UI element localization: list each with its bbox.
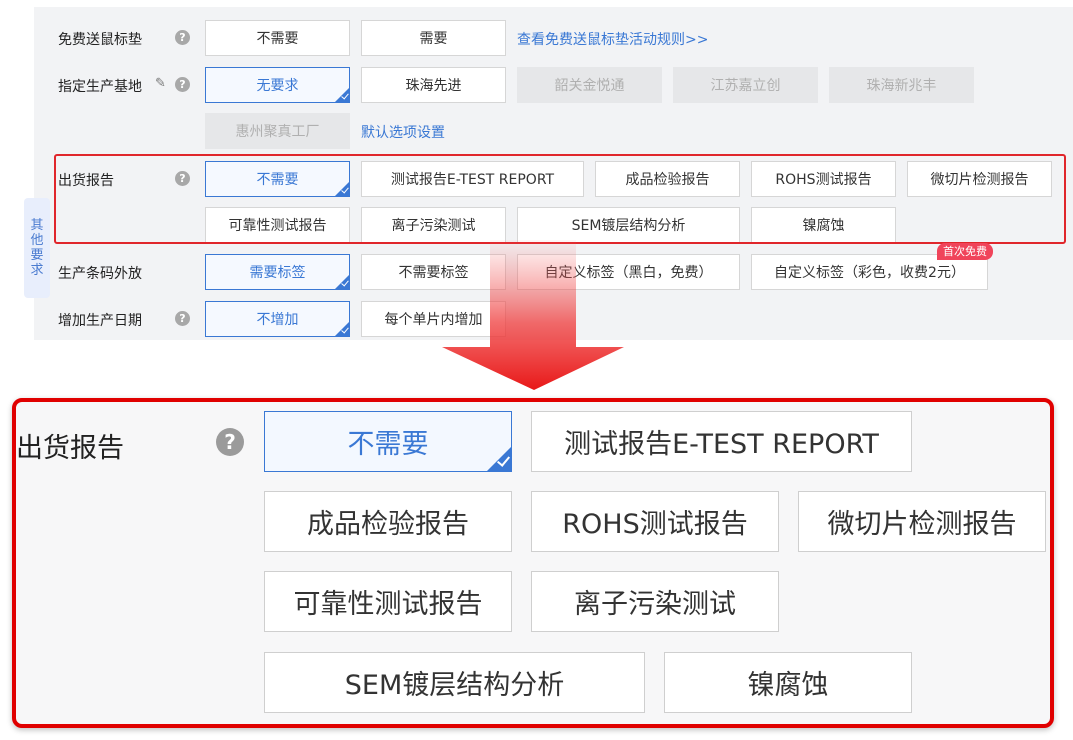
mousepad-option-no[interactable]: 不需要	[205, 20, 350, 56]
date-label: 增加生产日期	[58, 313, 142, 329]
report-label: 出货报告	[58, 173, 114, 189]
base-option-huizhou: 惠州聚真工厂	[205, 113, 350, 149]
report-option-inspection[interactable]: 成品检验报告	[595, 161, 740, 197]
mousepad-option-yes[interactable]: 需要	[361, 20, 506, 56]
zoom-option-reliability[interactable]: 可靠性测试报告	[264, 571, 512, 632]
question-circle-icon[interactable]: ?	[216, 428, 244, 456]
date-option-none[interactable]: 不增加	[205, 301, 350, 337]
default-settings-link[interactable]: 默认选项设置	[361, 122, 445, 142]
question-circle-icon[interactable]: ?	[175, 171, 190, 186]
report-option-ionic[interactable]: 离子污染测试	[361, 207, 506, 243]
side-tab-char: 要	[30, 248, 44, 263]
base-option-zhuhai[interactable]: 珠海先进	[361, 67, 506, 103]
base-option-shaoguan: 韶关金悦通	[517, 67, 662, 103]
barcode-label: 生产条码外放	[58, 266, 142, 282]
question-circle-icon[interactable]: ?	[175, 311, 190, 326]
first-free-badge: 首次免费	[937, 243, 993, 260]
zoom-report-label: 出货报告	[16, 433, 124, 464]
report-option-reliability[interactable]: 可靠性测试报告	[205, 207, 350, 243]
zoom-option-rohs[interactable]: ROHS测试报告	[531, 491, 779, 552]
side-tab-char: 他	[30, 233, 44, 248]
mousepad-label: 免费送鼠标垫	[58, 32, 142, 48]
question-circle-icon[interactable]: ?	[175, 77, 190, 92]
pencil-icon[interactable]: ✎	[155, 76, 166, 91]
side-tab-char: 求	[30, 263, 44, 278]
zoom-option-etest[interactable]: 测试报告E-TEST REPORT	[531, 411, 912, 472]
question-circle-icon[interactable]: ?	[175, 30, 190, 45]
report-option-microsection[interactable]: 微切片检测报告	[907, 161, 1052, 197]
zoom-option-sem[interactable]: SEM镀层结构分析	[264, 652, 645, 713]
base-option-zhuhai-xzf: 珠海新兆丰	[829, 67, 974, 103]
report-zoom-panel: 出货报告 ? 不需要 测试报告E-TEST REPORT 成品检验报告 ROHS…	[12, 398, 1054, 728]
report-option-rohs[interactable]: ROHS测试报告	[751, 161, 896, 197]
report-option-none[interactable]: 不需要	[205, 161, 350, 197]
zoom-option-nickel[interactable]: 镍腐蚀	[664, 652, 912, 713]
zoom-option-none[interactable]: 不需要	[264, 411, 512, 472]
down-arrow-icon	[442, 240, 624, 390]
other-requirements-tab[interactable]: 其 他 要 求	[24, 198, 50, 298]
report-option-nickel[interactable]: 镍腐蚀	[751, 207, 896, 243]
mousepad-rules-link[interactable]: 查看免费送鼠标垫活动规则>>	[517, 29, 708, 49]
zoom-option-microsection[interactable]: 微切片检测报告	[798, 491, 1046, 552]
barcode-option-need[interactable]: 需要标签	[205, 254, 350, 290]
report-option-sem[interactable]: SEM镀层结构分析	[517, 207, 740, 243]
base-option-none[interactable]: 无要求	[205, 67, 350, 103]
zoom-option-inspection[interactable]: 成品检验报告	[264, 491, 512, 552]
side-tab-char: 其	[30, 218, 44, 233]
base-label: 指定生产基地	[58, 79, 142, 95]
zoom-option-ionic[interactable]: 离子污染测试	[531, 571, 779, 632]
report-option-etest[interactable]: 测试报告E-TEST REPORT	[361, 161, 584, 197]
base-option-jiangsu: 江苏嘉立创	[673, 67, 818, 103]
